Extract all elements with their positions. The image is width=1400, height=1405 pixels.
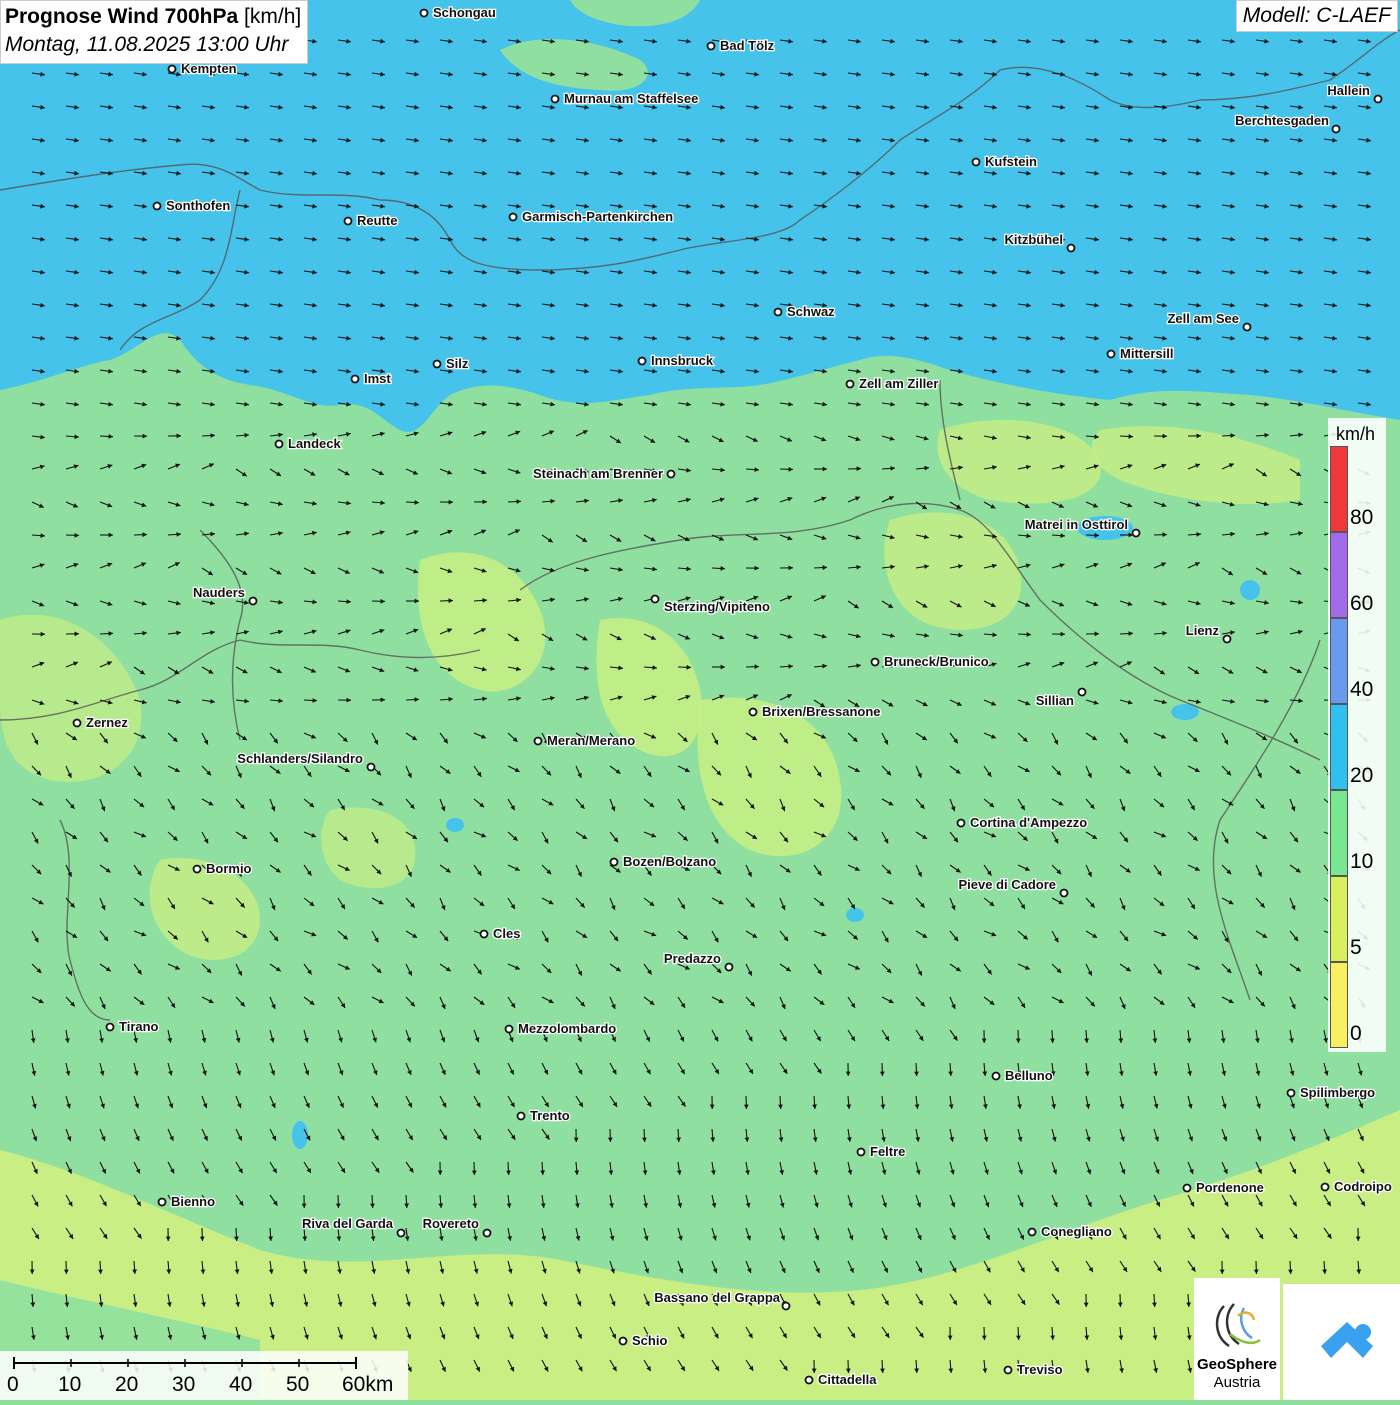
legend-label-80: 80 <box>1350 506 1373 530</box>
map-title: Prognose Wind 700hPa [km/h] Montag, 11.0… <box>0 0 308 64</box>
wind-field-20-40 <box>0 0 1400 432</box>
scale-bar: 0 10 20 30 40 50 60km <box>0 1351 408 1400</box>
weather-app-logo <box>1283 1284 1400 1400</box>
legend-band-80 <box>1330 446 1348 532</box>
legend-label-5: 5 <box>1350 936 1362 960</box>
legend-band-20 <box>1330 704 1348 790</box>
cloud-arrow-icon <box>1283 1284 1400 1400</box>
scale-tick-0: 0 <box>7 1373 19 1397</box>
legend-label-20: 20 <box>1350 764 1373 788</box>
legend-label-10: 10 <box>1350 850 1373 874</box>
geosphere-logo: GeoSphere Austria <box>1194 1278 1280 1400</box>
legend-label-0: 0 <box>1350 1022 1362 1046</box>
scale-tick-10: 10 <box>58 1373 81 1397</box>
legend-band-5 <box>1330 876 1348 962</box>
legend-unit: km/h <box>1336 424 1375 445</box>
logo-name-1: GeoSphere <box>1194 1356 1280 1373</box>
title-unit: [km/h] <box>244 5 301 28</box>
scale-tick-60: 60km <box>342 1373 393 1397</box>
geosphere-emblem-icon <box>1194 1286 1280 1366</box>
title-main: Prognose Wind 700hPa <box>5 5 238 28</box>
legend-band-60 <box>1330 532 1348 618</box>
color-legend: km/h 80 60 40 20 10 5 0 <box>1328 418 1386 1052</box>
model-label: Modell: C-LAEF <box>1236 0 1398 32</box>
legend-label-60: 60 <box>1350 592 1373 616</box>
legend-band-0 <box>1330 962 1348 1048</box>
legend-band-10 <box>1330 790 1348 876</box>
scale-tick-40: 40 <box>229 1373 252 1397</box>
forecast-datetime: Montag, 11.08.2025 13:00 Uhr <box>5 31 301 59</box>
scale-tick-20: 20 <box>115 1373 138 1397</box>
scale-tick-50: 50 <box>286 1373 309 1397</box>
legend-band-40 <box>1330 618 1348 704</box>
wind-map <box>0 0 1400 1400</box>
scale-tick-30: 30 <box>172 1373 195 1397</box>
logo-name-2: Austria <box>1194 1374 1280 1391</box>
legend-label-40: 40 <box>1350 678 1373 702</box>
